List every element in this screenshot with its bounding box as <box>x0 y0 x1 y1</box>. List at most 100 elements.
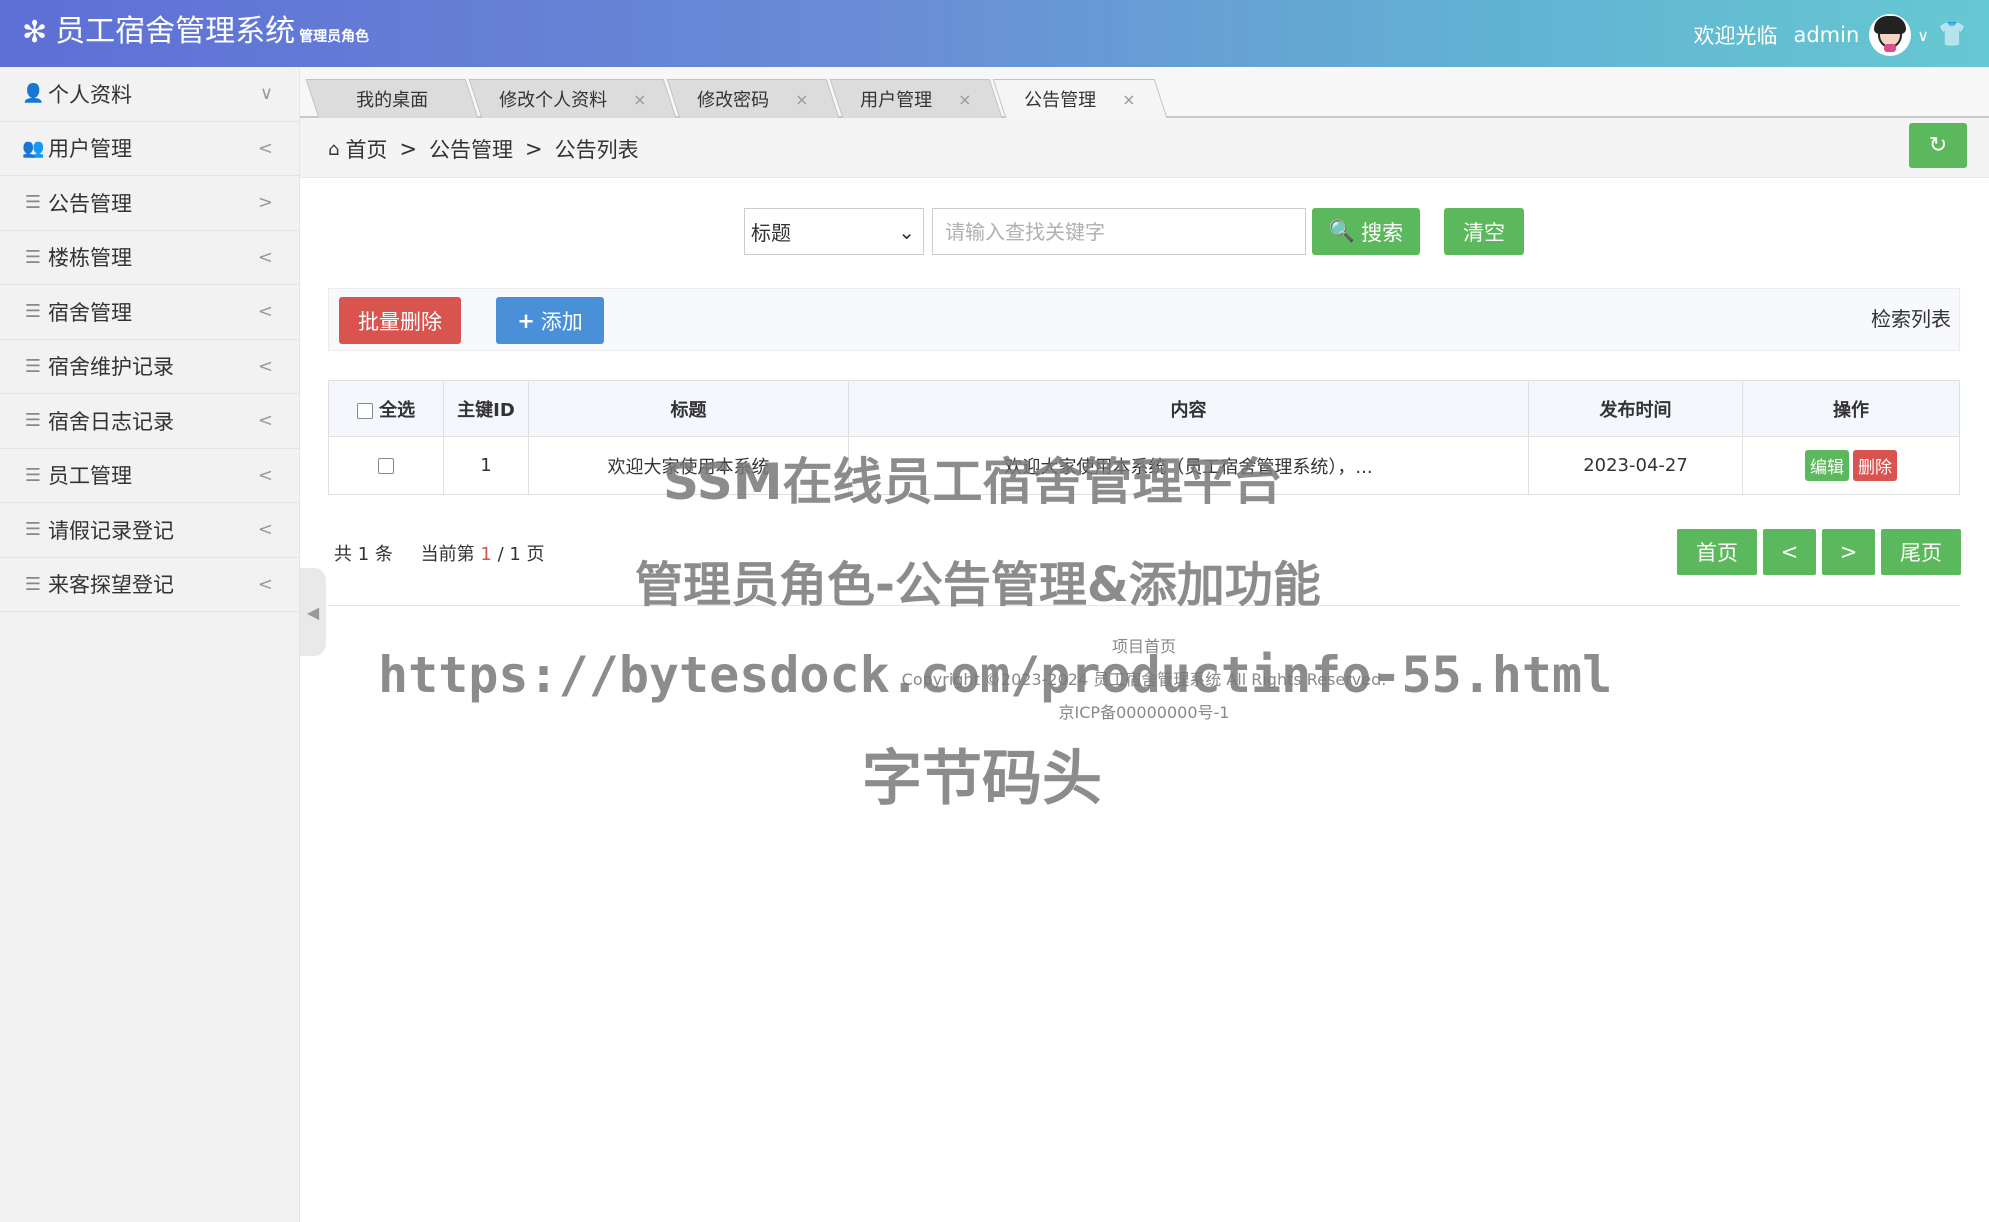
sidebar-item-notices[interactable]: ☰ 公告管理 > <box>0 176 299 231</box>
chevron-right-icon: > <box>257 192 273 214</box>
refresh-icon: ↻ <box>1928 133 1948 158</box>
chevron-down-icon: ∨ <box>1917 25 1929 45</box>
sidebar-item-employees[interactable]: ☰ 员工管理 < <box>0 449 299 503</box>
search-input[interactable] <box>932 208 1306 255</box>
sidebar-item-label: 宿舍管理 <box>48 300 132 325</box>
search-field-select[interactable]: 标题 ⌄ <box>744 208 924 255</box>
sidebar-item-dorms[interactable]: ☰ 宿舍管理 < <box>0 285 299 340</box>
breadcrumb-section[interactable]: 公告管理 <box>429 134 513 164</box>
refresh-button[interactable]: ↻ <box>1909 123 1967 168</box>
breadcrumb-separator: > <box>525 137 543 161</box>
list-icon: ☰ <box>24 192 42 214</box>
header-content: 内容 <box>848 380 1529 437</box>
sidebar-collapse-handle[interactable]: ◀ <box>300 568 326 656</box>
pages-suffix: 页 <box>526 544 545 565</box>
sidebar-item-logs[interactable]: ☰ 宿舍日志记录 < <box>0 394 299 449</box>
page-slash: / <box>491 544 510 565</box>
close-icon[interactable]: × <box>1122 90 1135 109</box>
prev-page-button[interactable]: < <box>1763 529 1816 575</box>
breadcrumb-page: 公告列表 <box>554 138 639 162</box>
sidebar-item-buildings[interactable]: ☰ 楼栋管理 < <box>0 231 299 285</box>
total-count: 1 <box>357 544 370 565</box>
tab-edit-profile[interactable]: 修改个人资料 × <box>468 79 677 118</box>
chevron-left-icon: < <box>257 573 273 595</box>
search-button-label: 搜索 <box>1361 220 1404 245</box>
sidebar-item-users[interactable]: 👥 用户管理 < <box>0 122 299 176</box>
tab-label: 我的桌面 <box>356 90 429 111</box>
sidebar-item-label: 请假记录登记 <box>48 518 174 543</box>
sidebar-item-visitors[interactable]: ☰ 来客探望登记 < <box>0 558 299 612</box>
triangle-left-icon: ◀ <box>306 602 320 622</box>
list-icon: ☰ <box>24 246 42 268</box>
plus-icon: + <box>517 308 535 333</box>
sidebar-item-label: 楼栋管理 <box>48 246 132 271</box>
search-button[interactable]: 🔍 搜索 <box>1312 208 1420 255</box>
current-prefix: 当前第 <box>420 544 475 565</box>
sidebar-item-maintenance[interactable]: ☰ 宿舍维护记录 < <box>0 340 299 394</box>
sidebar-item-label: 个人资料 <box>48 82 132 107</box>
close-icon[interactable]: × <box>633 90 646 109</box>
role-label: 管理员角色 <box>299 29 370 45</box>
chevron-left-icon: < <box>257 246 273 268</box>
list-icon: ☰ <box>24 355 42 377</box>
total-suffix: 条 <box>374 544 393 565</box>
list-icon: ☰ <box>24 519 42 541</box>
tab-change-password[interactable]: 修改密码 × <box>666 79 840 118</box>
first-page-button[interactable]: 首页 <box>1677 529 1757 575</box>
last-page-button[interactable]: 尾页 <box>1881 529 1961 575</box>
select-all-checkbox[interactable] <box>356 402 373 419</box>
add-button[interactable]: + 添加 <box>496 297 604 344</box>
close-icon[interactable]: × <box>958 90 971 109</box>
chevron-down-icon: ∨ <box>259 83 273 105</box>
row-checkbox[interactable] <box>378 458 394 474</box>
watermark-line: https://bytesdock.com/productinfo-55.htm… <box>378 646 1613 704</box>
header-ops: 操作 <box>1742 380 1960 437</box>
cell-ops: 编辑 删除 <box>1742 436 1960 495</box>
tab-bar: 我的桌面 修改个人资料 × 修改密码 × 用户管理 × 公告管理 × <box>300 67 1989 118</box>
top-header: ✻ 员工宿舍管理系统 管理员角色 欢迎光临 admin ∨ 👕 <box>0 0 1989 67</box>
app-title: 员工宿舍管理系统 <box>55 14 296 49</box>
search-field-value: 标题 <box>751 221 791 245</box>
home-icon: ⌂ <box>328 138 340 160</box>
total-prefix: 共 <box>334 544 352 565</box>
next-page-button[interactable]: > <box>1822 529 1875 575</box>
sidebar-item-profile[interactable]: 👤 个人资料 ∨ <box>0 67 299 122</box>
chevron-left-icon: < <box>257 137 273 159</box>
watermark-line: 管理员角色-公告管理&添加功能 <box>635 557 1321 613</box>
sidebar-item-label: 用户管理 <box>48 137 132 162</box>
sidebar-item-label: 宿舍维护记录 <box>48 355 174 380</box>
tab-label: 修改个人资料 <box>498 90 607 111</box>
tab-user-management[interactable]: 用户管理 × <box>829 79 1003 118</box>
theme-shirt-icon[interactable]: 👕 <box>1937 20 1967 48</box>
tab-label: 公告管理 <box>1024 90 1097 111</box>
clear-button[interactable]: 清空 <box>1444 208 1524 255</box>
search-form: 标题 ⌄ 🔍 搜索 清空 <box>744 208 1524 255</box>
sidebar-item-label: 来客探望登记 <box>48 573 174 598</box>
sidebar-item-leave[interactable]: ☰ 请假记录登记 < <box>0 503 299 558</box>
header-select-all[interactable]: 全选 <box>328 380 444 437</box>
edit-button[interactable]: 编辑 <box>1805 450 1849 481</box>
logo[interactable]: ✻ 员工宿舍管理系统 管理员角色 <box>22 14 369 50</box>
tab-desktop[interactable]: 我的桌面 <box>305 79 479 118</box>
username: admin <box>1793 23 1860 47</box>
batch-delete-button[interactable]: 批量删除 <box>339 297 461 344</box>
list-icon: ☰ <box>24 573 42 595</box>
close-icon[interactable]: × <box>795 90 808 109</box>
delete-button[interactable]: 删除 <box>1853 450 1897 481</box>
cell-time: 2023-04-27 <box>1528 436 1743 495</box>
row-select[interactable] <box>328 436 444 495</box>
watermark-line: SSM在线员工宿舍管理平台 <box>663 453 1283 511</box>
clear-button-label: 清空 <box>1463 220 1505 245</box>
header-time: 发布时间 <box>1528 380 1743 437</box>
user-menu[interactable]: 欢迎光临 admin ∨ <box>1693 14 1929 56</box>
sidebar-item-label: 员工管理 <box>48 464 132 489</box>
select-all-label: 全选 <box>379 399 416 421</box>
breadcrumb-home[interactable]: 首页 <box>345 134 387 164</box>
sidebar-item-label: 公告管理 <box>48 191 132 216</box>
list-icon: ☰ <box>24 410 42 432</box>
tab-label: 修改密码 <box>697 90 770 111</box>
avatar[interactable] <box>1869 14 1912 56</box>
tab-notice-management[interactable]: 公告管理 × <box>992 79 1168 118</box>
header-id: 主键ID <box>443 380 529 437</box>
header-title: 标题 <box>528 380 849 437</box>
